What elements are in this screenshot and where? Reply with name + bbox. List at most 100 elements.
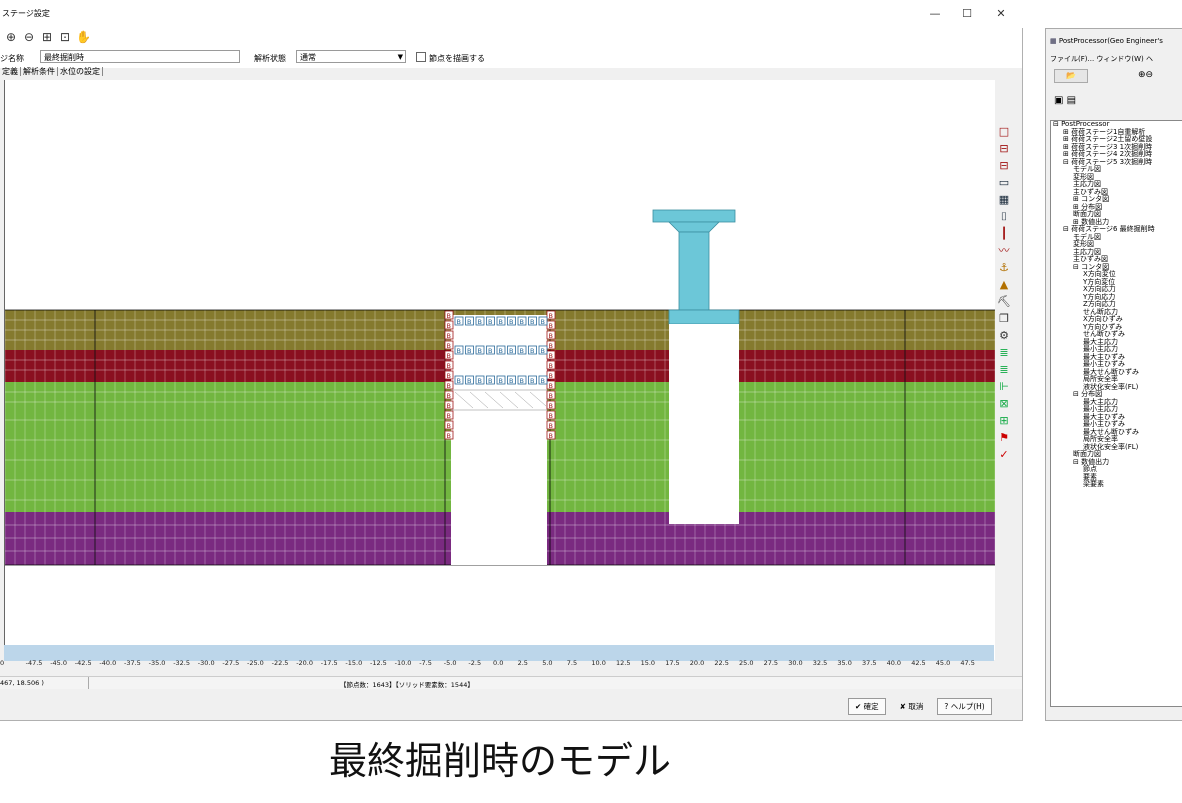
zoom-grid-icon[interactable]: ⊞ <box>40 30 54 44</box>
beam-label: B <box>517 316 527 326</box>
tree-item[interactable]: 変形図 <box>1051 173 1182 182</box>
beam-label: B <box>517 345 527 355</box>
tree-item[interactable]: ⊞ 分布図 <box>1051 203 1182 212</box>
beam-label: B <box>546 320 556 330</box>
open-folder-icon[interactable]: 📂 <box>1054 69 1088 83</box>
zoom-out-icon[interactable]: ⊖ <box>22 30 36 44</box>
beam-label: B <box>528 345 537 355</box>
rect-split-icon[interactable]: ⊟ <box>996 141 1012 156</box>
svg-text:B: B <box>549 332 553 340</box>
copy-icon[interactable]: ❐ <box>996 311 1012 326</box>
tree-item[interactable]: 断面力図 <box>1051 210 1182 219</box>
beam-label: B <box>444 410 454 420</box>
svg-text:B: B <box>447 382 451 390</box>
axis-tick-label: -37.5 <box>124 659 141 667</box>
tree-item[interactable]: 節点 <box>1051 465 1182 474</box>
excavator-icon[interactable]: ⛏ <box>996 294 1012 309</box>
rect-tool-icon[interactable]: □ <box>996 124 1012 139</box>
pan-hand-icon[interactable]: ✋ <box>76 30 91 44</box>
tree-item[interactable]: 液状化安全率(FL) <box>1051 443 1182 452</box>
svg-text:B: B <box>549 342 553 350</box>
model-counts: 【節点数：1643】【ソリッド要素数：1544】 <box>340 681 474 689</box>
axis-tick-label: -45.0 <box>50 659 68 667</box>
tab-water-level[interactable]: 水位の設定 <box>58 67 103 76</box>
svg-text:B: B <box>549 432 553 440</box>
svg-text:B: B <box>541 318 545 326</box>
block-icon[interactable]: ▭ <box>996 175 1012 190</box>
stage-name-input[interactable]: 最終掘削時 <box>40 50 240 63</box>
beam-label: B <box>528 316 537 326</box>
ok-button[interactable]: ✔ 確定 <box>848 698 886 715</box>
tree-item[interactable]: ⊟ 荷荷ステージ6 最終掘削時 <box>1051 225 1182 234</box>
maximize-button[interactable]: ☐ <box>954 4 980 24</box>
tree-item[interactable]: ⊟ 数値出力 <box>1051 458 1182 467</box>
svg-text:B: B <box>509 377 513 385</box>
grid-block-icon[interactable]: ▦ <box>996 192 1012 207</box>
axis-tick-label: -27.5 <box>222 659 240 667</box>
tree-item[interactable]: 主応力図 <box>1051 248 1182 257</box>
load-icon[interactable]: ▲ <box>996 277 1012 292</box>
rect-merge-icon[interactable]: ⊟ <box>996 158 1012 173</box>
svg-text:B: B <box>488 318 492 326</box>
tree-item[interactable]: X方向変位 <box>1051 270 1182 279</box>
svg-text:B: B <box>499 377 503 385</box>
tree-item[interactable]: 液状化安全率(FL) <box>1051 383 1182 392</box>
tree-item[interactable]: 断面力図 <box>1051 450 1182 459</box>
spring-icon[interactable]: 〰 <box>996 243 1012 258</box>
settings-icon[interactable]: ⚙ <box>996 328 1012 343</box>
tree-item[interactable]: ⊟ コンタ図 <box>1051 263 1182 272</box>
tree-item[interactable]: 主ひずみ図 <box>1051 255 1182 264</box>
frame-icon[interactable]: ⌷ <box>996 209 1012 224</box>
tree-item[interactable]: ⊞ コンタ図 <box>1051 195 1182 204</box>
tree-item[interactable]: 主ひずみ図 <box>1051 188 1182 197</box>
svg-text:B: B <box>520 347 524 355</box>
svg-text:B: B <box>549 372 553 380</box>
analysis-state-select[interactable]: 通常 ▼ <box>296 50 406 63</box>
pp-zoom-icon[interactable]: ⊕⊖ <box>1138 69 1178 81</box>
stage-bar: ジ名称 最終掘削時 解析状態 通常 ▼ 節点を描画する <box>0 48 1022 68</box>
beam-label: B <box>546 420 556 430</box>
tree-item[interactable]: 要素 <box>1051 473 1182 482</box>
tree-item[interactable]: 変形図 <box>1051 240 1182 249</box>
help-button[interactable]: ? ヘルプ(H) <box>937 698 992 715</box>
tab-definition[interactable]: 定義 <box>0 67 21 76</box>
result-tree[interactable]: ⊟ PostProcessor ⊞ 荷荷ステージ1自重解析 ⊞ 荷荷ステージ2土留め… <box>1050 120 1182 707</box>
svg-text:B: B <box>467 377 471 385</box>
dialog-buttons: ✔ 確定 ✘ 取消 ? ヘルプ(H) <box>840 698 992 715</box>
pile-icon[interactable]: ┃ <box>996 226 1012 241</box>
tree-item[interactable]: Y方向応力 <box>1051 293 1182 302</box>
minimize-button[interactable]: — <box>922 4 948 24</box>
tab-analysis-conditions[interactable]: 解析条件 <box>21 67 58 76</box>
axis-tick-label: 42.5 <box>911 659 926 667</box>
cancel-button[interactable]: ✘ 取消 <box>894 699 930 714</box>
anchor-icon[interactable]: ⚓ <box>996 260 1012 275</box>
axis-tick-label: -22.5 <box>271 659 289 667</box>
tree-item[interactable]: X方向応力 <box>1051 285 1182 294</box>
pp-tree-icons[interactable]: ▣ ▤ <box>1054 95 1076 106</box>
axis-tick-label: -35.0 <box>148 659 166 667</box>
layer-icon[interactable]: ≣ <box>996 345 1012 360</box>
tree-item[interactable]: モデル図 <box>1051 165 1182 174</box>
node-draw-checkbox[interactable] <box>416 52 426 62</box>
fit-view-icon[interactable]: ⊡ <box>58 30 72 44</box>
check-icon[interactable]: ✓ <box>996 447 1012 462</box>
tree-item[interactable]: 主応力図 <box>1051 180 1182 189</box>
tab-bar: 定義 解析条件 水位の設定 <box>0 66 103 80</box>
tree-item[interactable]: Y方向変位 <box>1051 278 1182 287</box>
layer-info-icon[interactable]: ⊞ <box>996 413 1012 428</box>
flag-icon[interactable]: ⚑ <box>996 430 1012 445</box>
close-button[interactable]: ✕ <box>988 4 1014 24</box>
tree-item[interactable]: モデル図 <box>1051 233 1182 242</box>
layer-delete-icon[interactable]: ⊠ <box>996 396 1012 411</box>
model-canvas[interactable]: BBBBBBBBBBBBBBBBBBBBBBBBBBBBBBBBBBBBBBBB… <box>4 80 996 660</box>
tree-item[interactable]: 梁要素 <box>1051 480 1182 489</box>
svg-text:B: B <box>549 392 553 400</box>
svg-text:B: B <box>478 318 482 326</box>
x-axis-ruler: 0 -47.5 -45.0 -42.5 -40.0 -37.5 -35.0 -32.5 -30.… <box>0 645 994 667</box>
layer-axis-icon[interactable]: ⊩ <box>996 379 1012 394</box>
tree-item[interactable]: ⊟ 荷荷ステージ5 3次掘削時 <box>1051 158 1182 167</box>
pp-menu[interactable]: ファイル(F)... ウィンドウ(W) ヘ <box>1050 54 1153 64</box>
layer-edit-icon[interactable]: ≣ <box>996 362 1012 377</box>
svg-text:B: B <box>499 318 503 326</box>
zoom-in-icon[interactable]: ⊕ <box>4 30 18 44</box>
